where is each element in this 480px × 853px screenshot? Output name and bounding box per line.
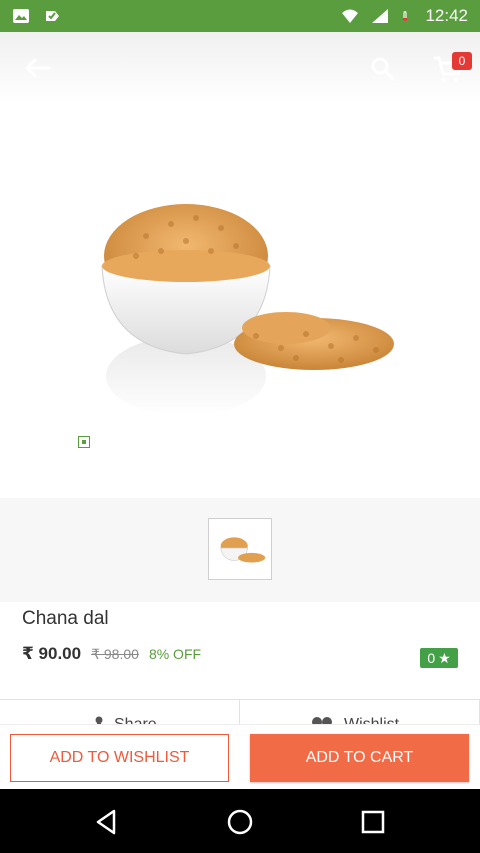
add-to-cart-button[interactable]: ADD TO CART <box>250 734 469 782</box>
rating-badge[interactable]: 0 ★ <box>420 648 458 668</box>
status-time: 12:42 <box>425 6 468 25</box>
original-price: ₹ 98.00 <box>91 646 139 662</box>
selling-price: ₹ 90.00 <box>22 644 82 663</box>
status-bar: 12:42 <box>0 0 480 32</box>
search-icon[interactable] <box>370 56 396 82</box>
product-photo[interactable] <box>76 106 406 442</box>
price-row: ₹ 90.00 ₹ 98.00 8% OFF <box>22 644 201 664</box>
check-bag-icon <box>46 11 59 21</box>
thumbnail-strip <box>0 498 480 602</box>
product-image-area[interactable]: 0 <box>0 32 480 494</box>
system-navigation-bar <box>0 789 480 853</box>
image-icon <box>13 9 29 23</box>
product-name: Chana dal <box>22 608 109 629</box>
toolbar <box>0 32 480 104</box>
image-pager-indicator[interactable] <box>78 436 90 448</box>
discount-label: 8% OFF <box>148 646 202 662</box>
star-icon: ★ <box>438 649 451 666</box>
rating-value: 0 <box>427 650 436 666</box>
share-tab[interactable]: Share <box>0 700 240 725</box>
signal-icon <box>372 9 389 23</box>
wifi-icon <box>342 9 359 23</box>
add-to-wishlist-button[interactable]: ADD TO WISHLIST <box>10 734 229 782</box>
share-wishlist-strip: Share Wishlist <box>0 699 480 725</box>
thumbnail-image <box>220 537 266 563</box>
cart-count-badge: 0 <box>452 52 472 70</box>
battery-icon <box>403 11 408 21</box>
recents-nav-icon[interactable] <box>358 807 388 837</box>
back-arrow-icon[interactable] <box>22 56 52 80</box>
product-thumbnail[interactable] <box>208 518 272 580</box>
home-nav-icon[interactable] <box>225 807 255 837</box>
back-nav-icon[interactable] <box>92 807 122 837</box>
wishlist-tab[interactable]: Wishlist <box>240 700 480 725</box>
bottom-action-bar: ADD TO WISHLIST ADD TO CART <box>0 724 480 789</box>
product-info: Chana dal ₹ 90.00 ₹ 98.00 8% OFF 0 ★ <box>0 602 480 700</box>
